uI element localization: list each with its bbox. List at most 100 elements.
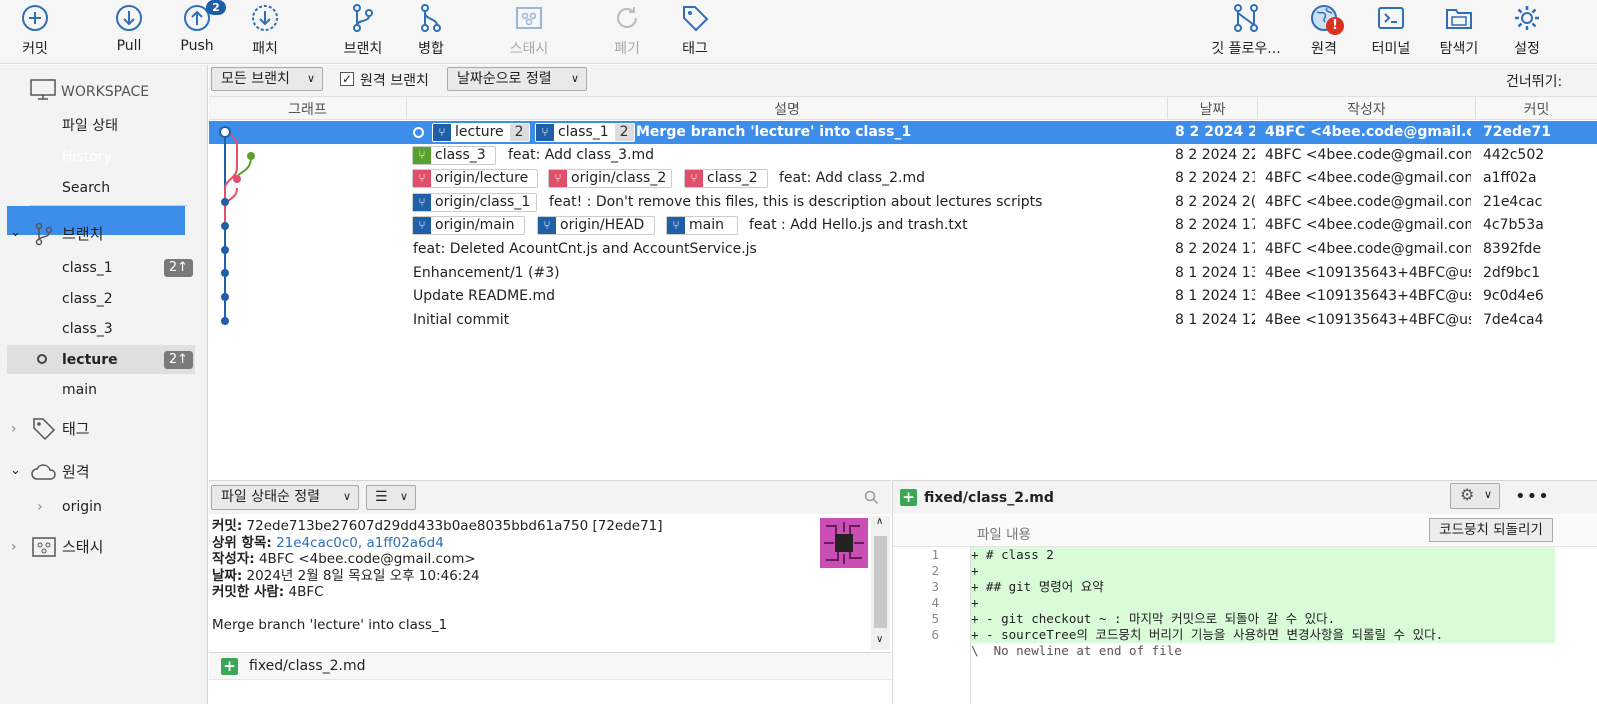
ref-badge-origin-class_2[interactable]: ⑂ origin/class_2 [548, 169, 672, 188]
commit-row[interactable]: ⑂ class_3 feat: Add class_3.md 8 2 2024 2… [209, 144, 1597, 167]
commit-author: 4BFC <4bee.code@gmail.com: [1265, 241, 1471, 257]
ref-badge-class_3[interactable]: ⑂ class_3 [412, 146, 496, 165]
commit-row[interactable]: feat: Deleted AcountCnt.js and AccountSe… [209, 238, 1597, 261]
diff-settings-dropdown[interactable]: ⚙ ∨ [1450, 483, 1500, 509]
branch-icon: ⑂ [538, 217, 556, 234]
commit-full-hash: 72ede713be27607d29dd433b0ae8035bbd61a750… [246, 518, 663, 534]
sidebar-remote-origin[interactable]: origin [62, 492, 182, 522]
commit-hash: 72ede71 [1483, 124, 1551, 140]
parents-links[interactable]: 21e4cac0c0, a1ff02a6d4 [276, 535, 444, 551]
commit-hash: 8392fde [1483, 241, 1542, 257]
sidebar-item-history[interactable]: History [62, 142, 182, 172]
avatar [820, 518, 868, 568]
commit-row[interactable]: ⑂ origin/lecture ⑂ origin/class_2 ⑂ class_2… [209, 167, 1597, 190]
branches-heading[interactable]: 브랜치 [62, 219, 182, 249]
stash-button[interactable]: 스태시 [494, 0, 564, 64]
commit-author: 4BFC <4bee.code@gmail.com: [1265, 217, 1471, 233]
scroll-up-icon[interactable]: ∧ [876, 516, 883, 527]
ref-badge-origin-head[interactable]: ⑂ origin/HEAD [537, 216, 655, 235]
sidebar-branch-main[interactable]: main [62, 375, 152, 405]
search-icon[interactable] [864, 490, 879, 505]
commit-row[interactable]: ⑂ origin/main ⑂ origin/HEAD ⑂ main feat : A… [209, 214, 1597, 237]
commit-row[interactable]: ⑂ lecture 2 ⑂ class_1 2 Merge branch 'lectur… [209, 121, 1597, 144]
commit-row[interactable]: ⑂ origin/class_1 feat! : Don't remove thi… [209, 191, 1597, 214]
diff-file-name: fixed/class_2.md [924, 490, 1054, 506]
more-options-icon[interactable]: ••• [1515, 486, 1550, 507]
commit-date: 8 2 2024 22 [1175, 147, 1255, 163]
ref-badge-lecture[interactable]: ⑂ lecture 2 [432, 123, 530, 142]
sidebar-branch-class_1[interactable]: class_1 [62, 253, 152, 283]
commit-row[interactable]: Enhancement/1 (#3) 8 1 2024 13 4Bee <109… [209, 262, 1597, 285]
scrollbar[interactable]: ∧ ∨ [871, 516, 890, 650]
scrollbar-thumb[interactable] [874, 536, 887, 628]
sidebar-branch-lecture[interactable]: lecture [62, 345, 152, 375]
remote-branches-checkbox[interactable]: ✓ [340, 72, 354, 86]
pull-button[interactable]: Pull [94, 0, 164, 64]
added-file-icon: + [900, 489, 917, 506]
revert-hunk-button[interactable]: 코드뭉치 되돌리기 [1429, 518, 1553, 542]
pull-icon [116, 5, 142, 31]
commit-hash: 7de4ca4 [1483, 312, 1544, 328]
file-sort-dropdown[interactable]: 파일 상태순 정렬 ∨ [211, 485, 359, 510]
sidebar-item-search[interactable]: Search [62, 173, 192, 203]
commit-author: 4BFC <4bee.code@gmail.com: [1265, 170, 1471, 186]
ref-badge-origin-lecture[interactable]: ⑂ origin/lecture [412, 169, 538, 188]
sort-dropdown[interactable]: 날짜순으로 정렬 ∨ [447, 67, 587, 91]
branch-icon [353, 4, 373, 32]
column-commit[interactable]: 커밋 [1476, 99, 1597, 119]
ref-badge-class_1[interactable]: ⑂ class_1 2 [535, 123, 635, 142]
diff-line: + [971, 563, 979, 578]
settings-label: 설정 [1514, 41, 1540, 57]
merge-label: 병합 [418, 41, 444, 57]
commit-button[interactable]: 커밋 [0, 0, 70, 64]
chevron-down-icon[interactable]: ⌄ [10, 225, 21, 240]
commit-message: feat: Add class_3.md [508, 147, 654, 163]
sidebar-branch-class_2[interactable]: class_2 [62, 284, 152, 314]
ref-badge-main[interactable]: ⑂ main [666, 216, 738, 235]
diff-line: + - git checkout ~ : 마지막 커밋으로 되돌아 갈 수 있다… [971, 611, 1336, 626]
commit-author: 4Bee <109135643+4BFC@usel [1265, 312, 1471, 328]
branch-filter-dropdown[interactable]: 모든 브랜치 ∨ [211, 67, 323, 91]
settings-button[interactable]: 설정 [1492, 0, 1562, 64]
sidebar: WORKSPACE 파일 상태 History Search ⌄ 브랜치 cla… [0, 65, 208, 704]
sidebar-item-file-status[interactable]: 파일 상태 [62, 111, 192, 141]
tag-button[interactable]: 태그 [660, 0, 730, 64]
chevron-right-icon[interactable]: › [37, 499, 43, 515]
line-number: 5 [931, 611, 939, 626]
stash-icon [516, 7, 542, 29]
branch-icon [35, 222, 53, 246]
sort-value: 날짜순으로 정렬 [457, 71, 552, 87]
chevron-down-icon: ∨ [306, 72, 315, 85]
merge-button[interactable]: 병합 [396, 0, 466, 64]
changed-file-row[interactable]: + fixed/class_2.md [209, 652, 891, 680]
monitor-icon [30, 79, 56, 100]
commit-list-header: 그래프 설명 날짜 작성자 커밋 [209, 96, 1597, 120]
gear-icon: ⚙ [1460, 485, 1475, 504]
ref-badge-class_2[interactable]: ⑂ class_2 [684, 169, 768, 188]
patch-button[interactable]: 패치 [230, 0, 300, 64]
ref-badge-origin-main[interactable]: ⑂ origin/main [412, 216, 525, 235]
chevron-down-icon[interactable]: ⌄ [10, 463, 21, 478]
column-graph[interactable]: 그래프 [209, 99, 406, 119]
gitflow-icon [1234, 4, 1258, 32]
commit-row[interactable]: Initial commit 8 1 2024 12 4Bee <1091356… [209, 309, 1597, 332]
gear-icon [1515, 6, 1539, 30]
scroll-down-icon[interactable]: ∨ [876, 634, 883, 645]
column-date[interactable]: 날짜 [1168, 99, 1257, 119]
folder-icon [1446, 9, 1472, 29]
sidebar-branch-class_3[interactable]: class_3 [62, 314, 152, 344]
column-description[interactable]: 설명 [407, 99, 1167, 119]
patch-icon [252, 5, 278, 31]
ref-badge-origin-class_1[interactable]: ⑂ origin/class_1 [412, 193, 537, 212]
view-mode-dropdown[interactable]: ☰ ∨ [366, 485, 416, 510]
commit-row[interactable]: Update README.md 8 1 2024 13 4Bee <10913… [209, 285, 1597, 308]
column-author[interactable]: 작성자 [1258, 99, 1475, 119]
diff-line: + - sourceTree의 코드뭉치 버리기 기능을 사용하면 변경사항을 … [971, 627, 1444, 642]
commit-message: Initial commit [413, 312, 510, 328]
author-label: 작성자: [212, 551, 255, 567]
remotes-heading[interactable]: 원격 [62, 457, 182, 487]
chevron-right-icon[interactable]: › [11, 539, 17, 555]
chevron-right-icon[interactable]: › [11, 421, 17, 437]
tags-heading[interactable]: 태그 [62, 414, 182, 444]
stashes-heading[interactable]: 스태시 [62, 532, 182, 562]
